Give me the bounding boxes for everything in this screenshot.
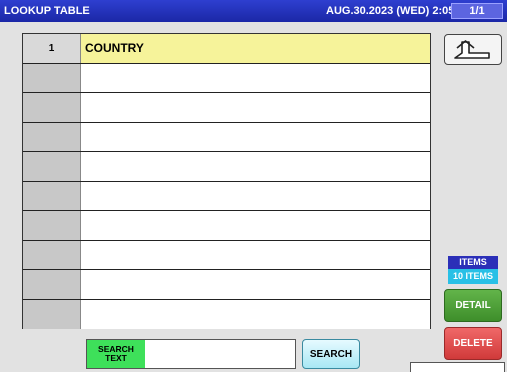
- search-input[interactable]: [145, 340, 295, 368]
- row-name: [81, 181, 430, 210]
- row-name: [81, 63, 430, 92]
- row-number: [23, 240, 81, 269]
- row-name: [81, 240, 430, 269]
- table-row[interactable]: [23, 93, 430, 123]
- table-row[interactable]: [23, 299, 430, 329]
- row-name: [81, 122, 430, 151]
- table-row[interactable]: [23, 211, 430, 241]
- row-number: [23, 122, 81, 151]
- row-name: [81, 299, 430, 329]
- detail-button[interactable]: DETAIL: [444, 289, 502, 322]
- search-button[interactable]: SEARCH: [302, 339, 360, 369]
- title-bar: LOOKUP TABLE AUG.30.2023 (WED) 2:05PM 1/…: [0, 0, 507, 22]
- back-button[interactable]: [444, 34, 502, 65]
- row-number: [23, 152, 81, 181]
- status-panel: [410, 362, 505, 372]
- items-label: ITEMS: [448, 256, 498, 269]
- date-time: AUG.30.2023 (WED) 2:05PM: [326, 5, 471, 17]
- table-row[interactable]: [23, 122, 430, 152]
- table-row[interactable]: [23, 181, 430, 211]
- return-arrow-icon: [454, 39, 490, 59]
- row-number: [23, 181, 81, 210]
- row-number: [23, 270, 81, 299]
- row-name: COUNTRY: [81, 34, 430, 63]
- items-count: 10 ITEMS: [448, 269, 498, 284]
- search-text-label[interactable]: SEARCH TEXT: [87, 340, 145, 368]
- row-name: [81, 152, 430, 181]
- window-title: LOOKUP TABLE: [4, 5, 90, 17]
- table-row[interactable]: [23, 63, 430, 93]
- row-number: 1: [23, 34, 81, 63]
- row-name: [81, 270, 430, 299]
- table-row[interactable]: [23, 152, 430, 182]
- row-number: [23, 93, 81, 122]
- table-row[interactable]: [23, 270, 430, 300]
- delete-button[interactable]: DELETE: [444, 327, 502, 360]
- table-row[interactable]: [23, 240, 430, 270]
- row-number: [23, 211, 81, 240]
- row-number: [23, 63, 81, 92]
- search-text-label-text: SEARCH TEXT: [98, 344, 134, 363]
- row-number: [23, 299, 81, 329]
- row-name: [81, 93, 430, 122]
- row-name: [81, 211, 430, 240]
- table-row[interactable]: 1 COUNTRY: [23, 34, 430, 64]
- search-field: SEARCH TEXT: [86, 339, 296, 369]
- page-indicator: 1/1: [451, 3, 503, 19]
- lookup-table: 1 COUNTRY: [22, 33, 431, 329]
